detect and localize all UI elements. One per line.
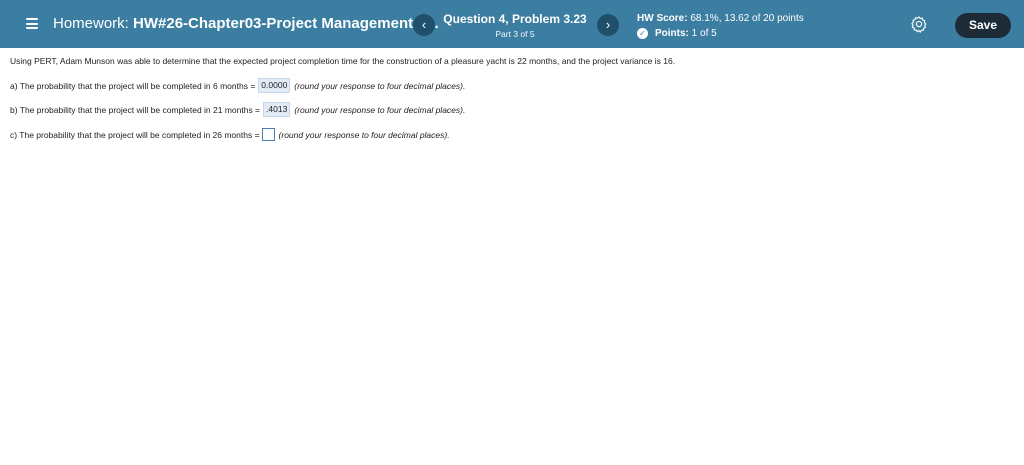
top-bar: Homework: HW#26-Chapter03-Project Manage…: [0, 0, 1024, 48]
score-panel: HW Score: 68.1%, 13.62 of 20 points ✓ Po…: [637, 13, 804, 39]
points-label: Points:: [655, 28, 689, 39]
homework-name: HW#26-Chapter03-Project Management-P...: [133, 15, 439, 32]
part-b-text: b) The probability that the project will…: [10, 104, 261, 115]
part-b-hint: (round your response to four decimal pla…: [294, 104, 466, 115]
part-c-hint: (round your response to four decimal pla…: [278, 129, 450, 140]
save-button[interactable]: Save: [955, 13, 1011, 38]
question-part: Part 3 of 5: [495, 29, 535, 39]
homework-title: Homework: HW#26-Chapter03-Project Manage…: [53, 15, 439, 32]
hw-score-value: 68.1%, 13.62 of 20 points: [690, 13, 804, 24]
partial-check-icon: ✓: [637, 28, 648, 39]
part-c-answer-input[interactable]: [261, 128, 275, 141]
problem-intro: Using PERT, Adam Munson was able to dete…: [10, 56, 676, 66]
previous-question-button[interactable]: ‹: [413, 14, 435, 36]
next-question-button[interactable]: ›: [597, 14, 619, 36]
part-b: b) The probability that the project will…: [10, 102, 465, 117]
menu-icon[interactable]: [26, 18, 38, 29]
points-value: 1 of 5: [691, 28, 717, 39]
part-a-hint: (round your response to four decimal pla…: [294, 80, 466, 91]
part-a: a) The probability that the project will…: [10, 78, 465, 93]
homework-prefix: Homework:: [53, 15, 129, 32]
hw-score-label: HW Score:: [637, 13, 688, 24]
question-title: Question 4, Problem 3.23: [443, 12, 587, 26]
part-a-answer[interactable]: 0.0000: [258, 78, 291, 93]
part-a-text: a) The probability that the project will…: [10, 80, 256, 91]
question-info: Question 4, Problem 3.23 Part 3 of 5: [440, 12, 590, 39]
part-c-text: c) The probability that the project will…: [10, 129, 260, 140]
part-c: c) The probability that the project will…: [10, 128, 450, 141]
part-b-answer[interactable]: .4013: [263, 102, 291, 117]
settings-gear-icon[interactable]: [910, 15, 928, 33]
